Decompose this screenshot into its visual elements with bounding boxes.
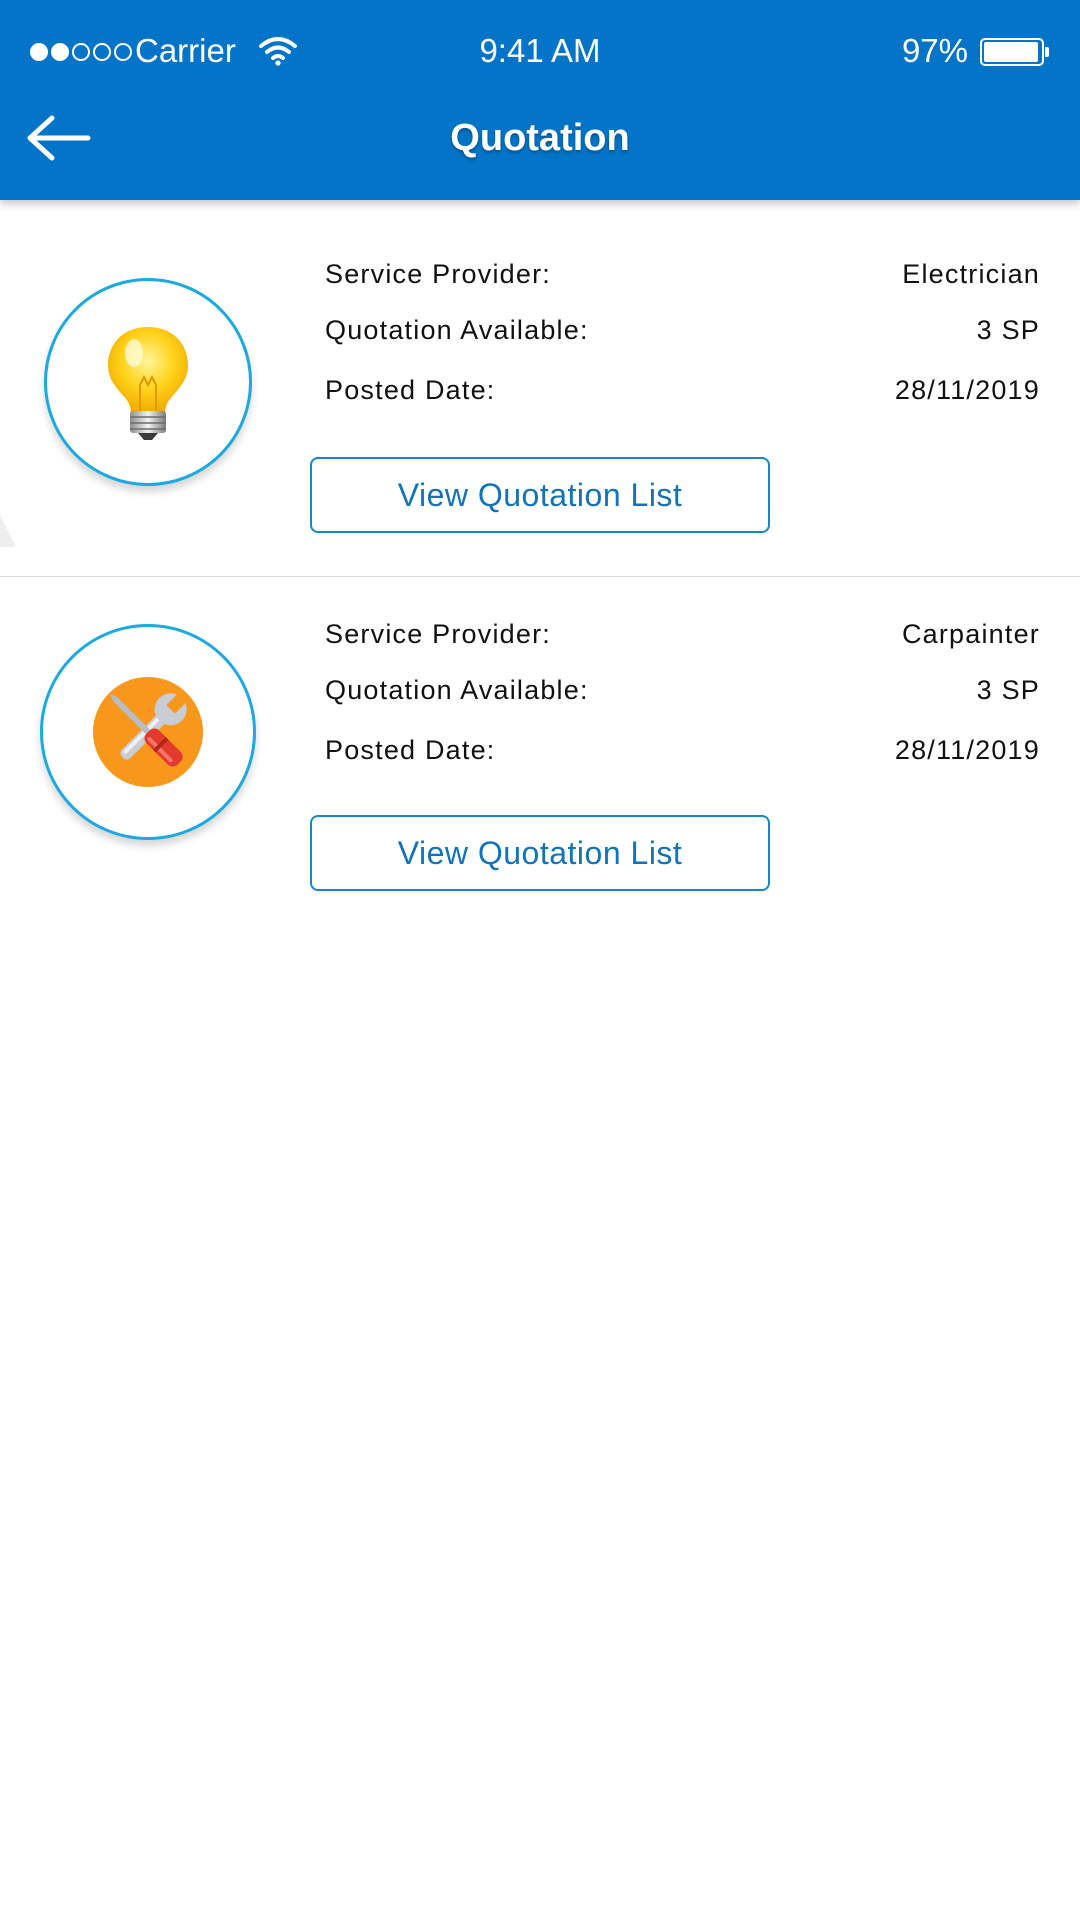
quotation-available-label: Quotation Available: <box>325 675 589 705</box>
service-provider-value: Carpainter <box>901 619 1040 649</box>
light-bulb-icon <box>108 327 188 440</box>
card-divider <box>0 576 1080 577</box>
view-quotation-list-button[interactable]: View Quotation List <box>310 815 770 891</box>
posted-date-label: Posted Date: <box>325 735 496 765</box>
service-provider-label: Service Provider: <box>325 259 551 289</box>
decorative-corner <box>0 515 16 547</box>
quotation-available-row: Quotation Available: 3 SP <box>325 668 1040 712</box>
battery-level <box>984 42 1039 62</box>
quotation-available-value: 3 SP <box>976 315 1040 345</box>
quotation-available-row: Quotation Available: 3 SP <box>325 308 1040 352</box>
battery-icon <box>980 38 1044 66</box>
posted-date-row: Posted Date: 28/11/2019 <box>325 728 1040 772</box>
status-bar: Carrier 9:41 AM 97% <box>0 0 1080 100</box>
service-provider-row: Service Provider: Carpainter <box>325 612 1040 656</box>
app-header: Carrier 9:41 AM 97% Quotation <box>0 0 1080 200</box>
wrench-screwdriver-icon <box>93 677 203 787</box>
page-title: Quotation <box>450 117 630 159</box>
service-icon-circle <box>44 278 252 486</box>
quotation-card: Service Provider: Electrician Quotation … <box>0 220 1080 580</box>
posted-date-row: Posted Date: 28/11/2019 <box>325 368 1040 412</box>
posted-date-value: 28/11/2019 <box>894 735 1040 765</box>
posted-date-value: 28/11/2019 <box>894 375 1040 405</box>
quotation-card: Service Provider: Carpainter Quotation A… <box>0 580 1080 940</box>
quotation-available-label: Quotation Available: <box>325 315 589 345</box>
posted-date-label: Posted Date: <box>325 375 496 405</box>
service-provider-value: Electrician <box>902 259 1040 289</box>
view-quotation-list-button[interactable]: View Quotation List <box>310 457 770 533</box>
service-provider-label: Service Provider: <box>325 619 551 649</box>
battery-percent: 97% <box>901 32 968 69</box>
service-provider-row: Service Provider: Electrician <box>325 252 1040 296</box>
service-icon-circle <box>40 624 256 840</box>
battery-tip <box>1045 47 1049 57</box>
quotation-available-value: 3 SP <box>976 675 1040 705</box>
